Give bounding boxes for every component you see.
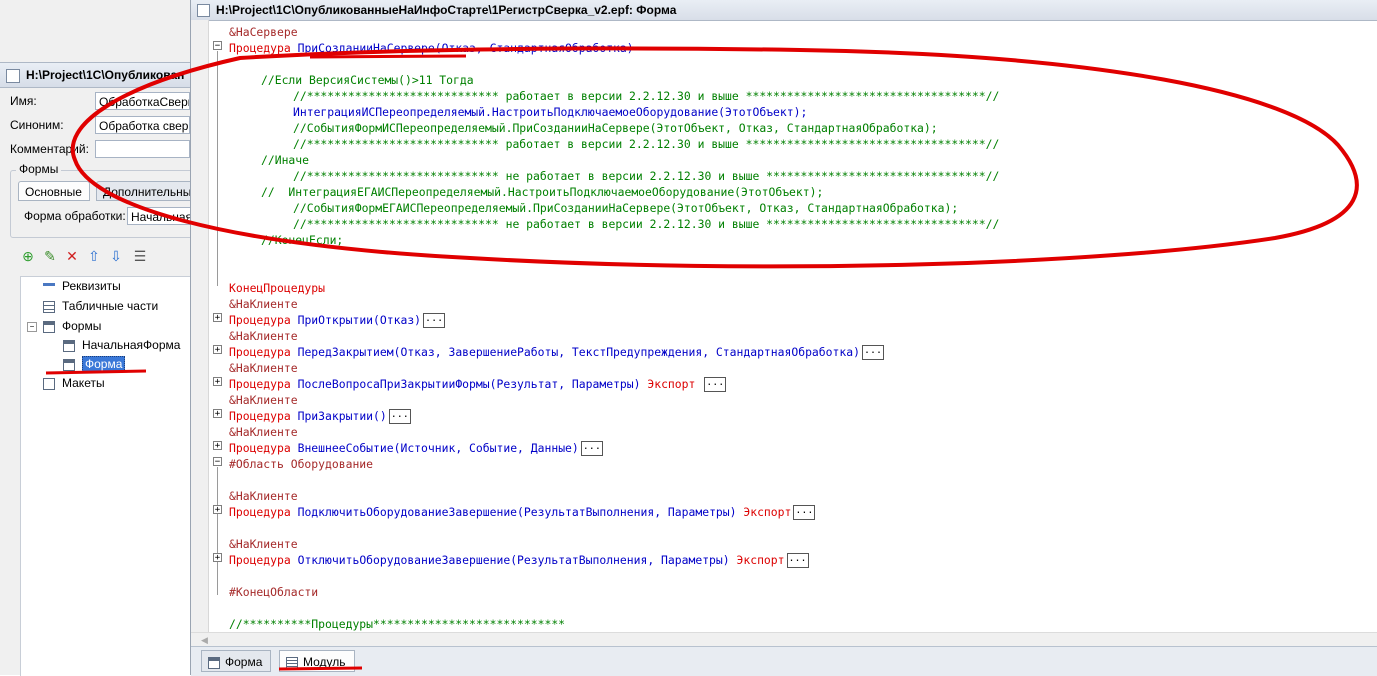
- fold-line: [217, 51, 218, 286]
- tab-additional[interactable]: Дополнительные: [96, 181, 196, 201]
- fold-expand-icon[interactable]: +: [213, 377, 222, 387]
- collapsed-block[interactable]: ...: [861, 345, 884, 360]
- form-icon: [208, 656, 220, 669]
- form-icon: [63, 358, 75, 371]
- fold-expand-icon[interactable]: +: [213, 505, 222, 515]
- code-line: #КонецОбласти: [229, 585, 319, 599]
- editor-gutter: [191, 20, 209, 632]
- scroll-left-icon[interactable]: ◀: [201, 633, 208, 647]
- name-label: Имя:: [10, 94, 37, 108]
- tree-item-makety[interactable]: Макеты: [43, 374, 105, 392]
- name-field[interactable]: ОбработкаСверка: [95, 92, 190, 110]
- fold-expand-icon[interactable]: +: [213, 345, 222, 355]
- delete-icon[interactable]: ✕: [64, 248, 80, 264]
- template-icon: [43, 377, 55, 390]
- collapsed-block[interactable]: ...: [704, 377, 727, 392]
- tree-item-rekvizity[interactable]: Реквизиты: [43, 277, 121, 295]
- fold-expand-icon[interactable]: +: [213, 441, 222, 451]
- synonym-field[interactable]: Обработка сверка: [95, 116, 190, 134]
- tree-item-form-selected[interactable]: Форма: [63, 355, 126, 373]
- code-line: //КонецЕсли;: [261, 233, 344, 247]
- attribute-icon: [43, 283, 55, 287]
- synonym-label: Синоним:: [10, 118, 64, 132]
- code-line: &НаКлиенте: [229, 537, 298, 551]
- code-line: &НаСервере: [229, 25, 298, 39]
- code-editor[interactable]: − + + + + + − + + &НаСервере Процедура П…: [209, 22, 1377, 634]
- tree-item-forms[interactable]: − Формы: [27, 317, 101, 335]
- code-line: &НаКлиенте: [229, 329, 298, 343]
- module-icon: [286, 656, 298, 669]
- move-down-icon[interactable]: ⇩: [108, 248, 124, 264]
- comment-label: Комментарий:: [10, 142, 89, 156]
- code-line: //**********Процедуры*******************…: [229, 617, 566, 631]
- collapsed-block[interactable]: ...: [388, 409, 411, 424]
- code-line: #Область Оборудование: [229, 457, 374, 471]
- add-icon[interactable]: ⊕: [20, 248, 36, 264]
- editor-title: H:\Project\1C\ОпубликованныеНаИнфоСтарте…: [216, 3, 677, 17]
- comment-field[interactable]: [95, 140, 190, 158]
- code-line: КонецПроцедуры: [229, 281, 326, 295]
- code-line: //СобытияФормЕГАИСПереопределяемый.ПриСо…: [293, 201, 959, 215]
- code-line: //**************************** работает …: [293, 89, 1000, 103]
- fold-expand-icon[interactable]: +: [213, 313, 222, 323]
- editor-bottom-tabs: Форма Модуль: [191, 646, 1377, 676]
- horizontal-scrollbar[interactable]: ◀: [191, 632, 1377, 647]
- fold-collapse-icon[interactable]: −: [213, 457, 222, 467]
- code-line: //**************************** не работа…: [293, 217, 1000, 231]
- collapsed-block[interactable]: ...: [423, 313, 446, 328]
- code-line: &НаКлиенте: [229, 425, 298, 439]
- module-editor-window: H:\Project\1C\ОпубликованныеНаИнфоСтарте…: [190, 0, 1377, 676]
- tab-form[interactable]: Форма: [201, 650, 271, 672]
- fold-collapse-icon[interactable]: −: [213, 41, 222, 51]
- code-line: //СобытияФормИСПереопределяемый.ПриСозда…: [293, 121, 938, 135]
- code-line: //Если ВерсияСистемы()>11 Тогда: [261, 73, 474, 87]
- code-line: Процедура ПослеВопросаПриЗакрытииФормы(Р…: [229, 377, 727, 392]
- object-window-title-bar[interactable]: H:\Project\1C\Опубликован: [0, 62, 190, 88]
- object-editor-window: H:\Project\1C\Опубликован Имя: Обработка…: [0, 0, 197, 676]
- code-line: ИнтеграцияИСПереопределяемый.НастроитьПо…: [293, 105, 808, 119]
- object-window-title: H:\Project\1C\Опубликован: [26, 68, 185, 82]
- code-line: Процедура ПередЗакрытием(Отказ, Завершен…: [229, 345, 884, 360]
- code-line: Процедура ПриСозданииНаСервере(Отказ, Ст…: [229, 41, 634, 55]
- form-icon: [63, 339, 75, 352]
- code-line: // ИнтеграцияЕГАИСПереопределяемый.Настр…: [261, 185, 824, 199]
- list-icon[interactable]: ☰: [132, 248, 148, 264]
- forms-group-label: Формы: [16, 162, 62, 176]
- code-line: Процедура ПриОткрытии(Отказ)...: [229, 313, 446, 328]
- fold-expand-icon[interactable]: +: [213, 553, 222, 563]
- tab-basic[interactable]: Основные: [18, 181, 90, 201]
- editor-title-bar[interactable]: H:\Project\1C\ОпубликованныеНаИнфоСтарте…: [191, 0, 1377, 21]
- form-icon: [43, 320, 55, 333]
- code-line: &НаКлиенте: [229, 489, 298, 503]
- code-line: &НаКлиенте: [229, 393, 298, 407]
- edit-icon[interactable]: ✎: [42, 248, 58, 264]
- tab-module[interactable]: Модуль: [279, 650, 355, 672]
- code-line: Процедура ОтключитьОборудованиеЗавершени…: [229, 553, 809, 568]
- code-line: &НаКлиенте: [229, 297, 298, 311]
- fold-expand-icon[interactable]: +: [213, 409, 222, 419]
- tree-item-form-initial[interactable]: НачальнаяФорма: [63, 336, 180, 354]
- code-line: //**************************** не работа…: [293, 169, 1000, 183]
- tree-item-tab-parts[interactable]: Табличные части: [43, 297, 158, 315]
- form-icon: [197, 4, 210, 18]
- code-line: Процедура ПодключитьОборудованиеЗавершен…: [229, 505, 816, 520]
- processing-form-field[interactable]: НачальнаяФ: [127, 207, 192, 225]
- collapsed-block[interactable]: ...: [793, 505, 816, 520]
- processing-icon: [6, 68, 20, 83]
- processing-form-label: Форма обработки:: [24, 209, 126, 223]
- metadata-tree: Реквизиты Табличные части − Формы Начальн…: [20, 276, 191, 676]
- code-line: //Иначе: [261, 153, 310, 167]
- table-icon: [43, 300, 55, 313]
- code-line: Процедура ПриЗакрытии()...: [229, 409, 411, 424]
- code-line: //**************************** работает …: [293, 137, 1000, 151]
- collapsed-block[interactable]: ...: [580, 441, 603, 456]
- code-line: Процедура ВнешнееСобытие(Источник, Событ…: [229, 441, 603, 456]
- code-line: &НаКлиенте: [229, 361, 298, 375]
- collapsed-block[interactable]: ...: [786, 553, 809, 568]
- fold-line: [217, 467, 218, 595]
- collapse-icon[interactable]: −: [27, 321, 37, 332]
- move-up-icon[interactable]: ⇧: [86, 248, 102, 264]
